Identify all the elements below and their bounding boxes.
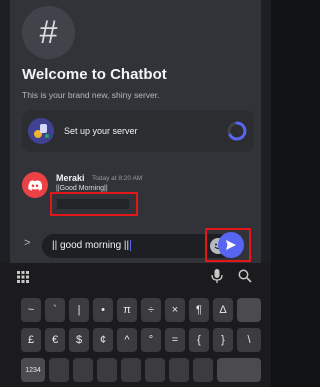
mic-icon[interactable] — [211, 269, 223, 288]
spoiler-highlight-box — [50, 192, 138, 216]
spoiler-block[interactable] — [57, 199, 129, 209]
search-icon[interactable] — [238, 269, 252, 288]
key-delta[interactable]: Δ — [213, 298, 233, 322]
soft-keyboard: ~ ` | • π ÷ × ¶ Δ £ € $ ¢ ^ ° = { } \ 12… — [0, 263, 271, 387]
key-right-brace[interactable]: } — [213, 328, 233, 352]
message-input-value: || good morning || — [52, 240, 132, 252]
setup-server-label: Set up your server — [64, 126, 138, 136]
key-row3-2[interactable] — [73, 358, 93, 382]
key-backspace[interactable] — [217, 358, 261, 382]
welcome-subtitle: This is your brand new, shiny server. — [22, 90, 160, 100]
key-pound[interactable]: £ — [21, 328, 41, 352]
text-caret — [130, 240, 132, 251]
key-pilcrow[interactable]: ¶ — [189, 298, 209, 322]
apps-grid-icon[interactable] — [17, 270, 29, 283]
key-backslash[interactable]: \ — [237, 328, 261, 352]
key-extra-row1[interactable] — [237, 298, 261, 322]
key-pi[interactable]: π — [117, 298, 137, 322]
key-degree[interactable]: ° — [141, 328, 161, 352]
key-pipe[interactable]: | — [69, 298, 89, 322]
welcome-title: Welcome to Chatbot — [22, 66, 167, 83]
message-timestamp: Today at 8:20 AM — [92, 175, 143, 182]
channel-hash-icon: # — [22, 6, 75, 59]
key-numbers[interactable]: 1234 — [21, 358, 45, 382]
key-row3-4[interactable] — [121, 358, 141, 382]
key-bullet[interactable]: • — [93, 298, 113, 322]
message-input[interactable]: || good morning || — [42, 234, 232, 258]
key-row3-1[interactable] — [49, 358, 69, 382]
key-multiply[interactable]: × — [165, 298, 185, 322]
key-dollar[interactable]: $ — [69, 328, 89, 352]
send-arrow-icon[interactable] — [218, 232, 244, 258]
key-euro[interactable]: € — [45, 328, 65, 352]
expand-actions-button[interactable]: > — [24, 237, 30, 249]
progress-ring-icon — [226, 120, 248, 142]
key-backtick[interactable]: ` — [45, 298, 65, 322]
key-row3-7[interactable] — [193, 358, 213, 382]
key-caret[interactable]: ^ — [117, 328, 137, 352]
key-left-brace[interactable]: { — [189, 328, 209, 352]
keyboard-toolbar — [0, 263, 271, 289]
key-cent[interactable]: ¢ — [93, 328, 113, 352]
key-equals[interactable]: = — [165, 328, 185, 352]
key-row3-6[interactable] — [169, 358, 189, 382]
message-text: ||Good Morning|| — [56, 185, 108, 192]
setup-server-card[interactable]: Set up your server — [22, 110, 254, 152]
key-tilde[interactable]: ~ — [21, 298, 41, 322]
server-setup-illustration-icon — [28, 118, 54, 144]
key-row3-5[interactable] — [145, 358, 165, 382]
key-row3-3[interactable] — [97, 358, 117, 382]
key-divide[interactable]: ÷ — [141, 298, 161, 322]
message-author[interactable]: Meraki — [56, 173, 85, 183]
discord-logo-icon[interactable] — [22, 172, 48, 198]
